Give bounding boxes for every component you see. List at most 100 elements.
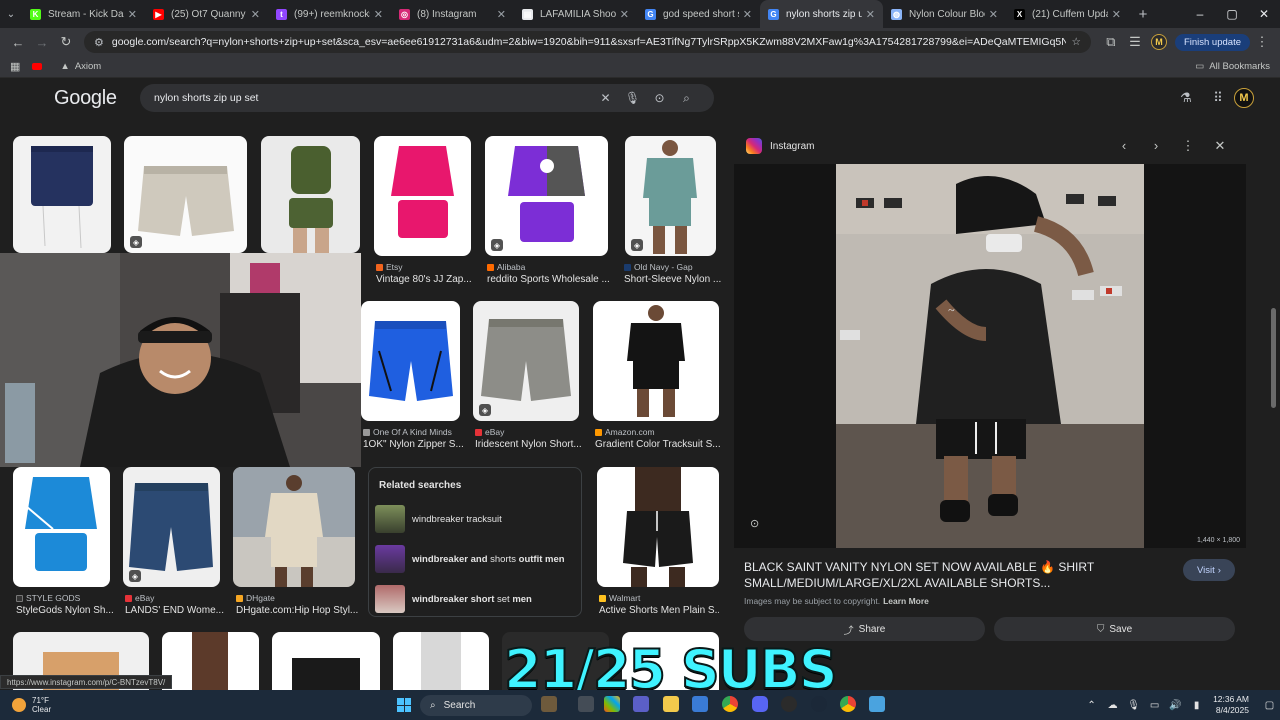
address-bar[interactable]: ⚙ google.com/search?q=nylon+shorts+zip+u… bbox=[84, 31, 1091, 53]
notepad-icon[interactable] bbox=[869, 696, 885, 712]
browser-tab[interactable]: Gnylon shorts zip up se ✕ bbox=[760, 0, 883, 28]
page-scrollbar[interactable] bbox=[1270, 128, 1276, 408]
result-thumb[interactable] bbox=[593, 301, 719, 421]
volume-icon[interactable]: 🔊 bbox=[1165, 700, 1186, 711]
discord-icon[interactable] bbox=[752, 696, 768, 712]
taskbar-search[interactable]: ⌕ Search bbox=[420, 695, 532, 716]
monitor-icon[interactable]: ▭ bbox=[1144, 700, 1165, 711]
google-account-avatar[interactable]: M bbox=[1234, 88, 1254, 108]
result-thumb[interactable]: ◈ bbox=[625, 136, 716, 256]
tray-chevron-icon[interactable]: ⌃ bbox=[1081, 700, 1102, 711]
result-title[interactable]: Short-Sleeve Nylon ... bbox=[624, 274, 724, 285]
browser-tab[interactable]: ◍ Nylon Colour Block 2 ✕ bbox=[883, 0, 1006, 28]
menu-kebab-icon[interactable]: ⋮ bbox=[1250, 34, 1274, 50]
google-logo[interactable]: Google bbox=[54, 87, 117, 110]
all-bookmarks-button[interactable]: ▭ All Bookmarks bbox=[1195, 61, 1270, 72]
result-thumb[interactable] bbox=[233, 467, 355, 587]
voice-search-icon[interactable]: 🎙 bbox=[619, 91, 646, 105]
chrome-icon[interactable] bbox=[722, 696, 738, 712]
browser-tab[interactable]: K Stream - Kick Dashbo ✕ bbox=[22, 0, 145, 28]
scrollbar-thumb[interactable] bbox=[1271, 308, 1276, 408]
apps-grid-icon[interactable]: ▦ bbox=[10, 60, 20, 73]
browser-tab[interactable]: Ggod speed short slee ✕ bbox=[637, 0, 760, 28]
result-thumb[interactable] bbox=[13, 467, 110, 587]
steam-icon[interactable] bbox=[811, 696, 827, 712]
close-tab-icon[interactable]: ✕ bbox=[1112, 8, 1121, 21]
obs-icon[interactable] bbox=[781, 696, 797, 712]
browser-tab[interactable]: X (21) Cuffem Updates ✕ bbox=[1006, 0, 1129, 28]
related-search-item[interactable]: windbreaker tracksuit bbox=[375, 504, 575, 534]
clock[interactable]: 12:36 AM 8/4/2025 bbox=[1213, 694, 1249, 716]
result-title[interactable]: DHgate.com:Hip Hop Styl... bbox=[236, 605, 361, 616]
close-tab-icon[interactable]: ✕ bbox=[374, 8, 383, 21]
back-icon[interactable]: ← bbox=[6, 35, 30, 50]
bookmark-star-icon[interactable]: ☆ bbox=[1072, 36, 1081, 48]
tab-groups-icon[interactable]: ☰ bbox=[1123, 34, 1147, 50]
result-title[interactable]: Gradient Color Tracksuit S... bbox=[595, 439, 720, 450]
close-tab-icon[interactable]: ✕ bbox=[989, 8, 998, 21]
browser-tab[interactable]: t (99+) reemknocks - T ✕ bbox=[268, 0, 391, 28]
clear-search-icon[interactable]: ✕ bbox=[592, 91, 619, 105]
site-info-icon[interactable]: ⚙ bbox=[94, 36, 104, 49]
panel-title[interactable]: BLACK SAINT VANITY NYLON SET NOW AVAILAB… bbox=[744, 559, 1164, 591]
result-title[interactable]: 1OK" Nylon Zipper S... bbox=[363, 439, 463, 450]
finish-update-button[interactable]: Finish update bbox=[1174, 33, 1250, 51]
more-options-icon[interactable]: ⋮ bbox=[1172, 138, 1204, 154]
next-image-icon[interactable]: › bbox=[1140, 138, 1172, 154]
battery-icon[interactable]: ▮ bbox=[1186, 700, 1207, 711]
result-title[interactable]: Iridescent Nylon Short... bbox=[475, 439, 581, 450]
close-window-icon[interactable]: ✕ bbox=[1248, 7, 1280, 21]
close-tab-icon[interactable]: ✕ bbox=[743, 8, 752, 21]
panel-source[interactable]: Instagram bbox=[770, 141, 814, 152]
preview-image[interactable]: ~ bbox=[836, 164, 1144, 548]
result-thumb[interactable]: ◈ bbox=[473, 301, 579, 421]
close-panel-icon[interactable]: ✕ bbox=[1204, 138, 1236, 154]
lens-search-icon[interactable]: ⊙ bbox=[646, 91, 673, 105]
store-icon[interactable] bbox=[692, 696, 708, 712]
result-thumb[interactable] bbox=[162, 632, 259, 690]
address-url[interactable]: google.com/search?q=nylon+shorts+zip+up+… bbox=[112, 36, 1066, 48]
start-windows-icon[interactable] bbox=[397, 698, 411, 712]
extensions-icon[interactable]: ⧉ bbox=[1099, 34, 1123, 50]
result-thumb[interactable] bbox=[361, 301, 460, 421]
reload-icon[interactable]: ↻ bbox=[54, 34, 78, 50]
maximize-icon[interactable]: ▢ bbox=[1216, 7, 1248, 21]
task-view-icon[interactable] bbox=[578, 696, 594, 712]
search-query[interactable]: nylon shorts zip up set bbox=[154, 92, 592, 104]
forward-icon[interactable]: → bbox=[30, 35, 54, 50]
result-title[interactable]: Active Shorts Men Plain S... bbox=[599, 605, 719, 616]
close-tab-icon[interactable]: ✕ bbox=[620, 8, 629, 21]
lens-search-icon[interactable]: ⊙ bbox=[750, 517, 764, 531]
save-button[interactable]: ⛉ Save bbox=[994, 617, 1235, 641]
search-box[interactable]: nylon shorts zip up set ✕ 🎙 ⊙ ⌕ bbox=[140, 84, 714, 112]
result-thumb[interactable] bbox=[374, 136, 471, 256]
notifications-icon[interactable]: ▢ bbox=[1259, 700, 1280, 711]
previous-image-icon[interactable]: ‹ bbox=[1108, 138, 1140, 154]
close-tab-icon[interactable]: ✕ bbox=[497, 8, 506, 21]
cloud-icon[interactable]: ☁ bbox=[1102, 700, 1123, 711]
tab-search-chevron-icon[interactable]: ⌄ bbox=[0, 9, 22, 20]
mic-icon[interactable]: 🎙 bbox=[1123, 700, 1144, 711]
file-explorer-icon[interactable] bbox=[663, 696, 679, 712]
google-apps-icon[interactable]: ⠿ bbox=[1202, 90, 1234, 106]
learn-more-link[interactable]: Learn More bbox=[883, 596, 929, 606]
result-thumb[interactable]: ◈ bbox=[123, 467, 220, 587]
copilot-icon[interactable] bbox=[541, 696, 557, 712]
browser-tab[interactable]: ◎ (8) Instagram ✕ bbox=[391, 0, 514, 28]
result-title[interactable]: Vintage 80's JJ Zap... bbox=[376, 274, 476, 285]
result-thumb[interactable] bbox=[13, 136, 111, 253]
close-tab-icon[interactable]: ✕ bbox=[128, 8, 137, 21]
result-title[interactable]: StyleGods Nylon Sh... bbox=[16, 605, 116, 616]
result-thumb[interactable] bbox=[261, 136, 360, 253]
profile-avatar[interactable]: M bbox=[1150, 34, 1167, 50]
result-title[interactable]: reddito Sports Wholesale ... bbox=[487, 274, 617, 285]
chrome-alt-icon[interactable] bbox=[840, 696, 856, 712]
result-thumb[interactable] bbox=[272, 632, 380, 690]
minimize-icon[interactable]: – bbox=[1184, 7, 1216, 21]
result-title[interactable]: LANDS' END Wome... bbox=[125, 605, 225, 616]
widgets-icon[interactable] bbox=[604, 696, 620, 712]
search-icon[interactable]: ⌕ bbox=[673, 91, 700, 106]
result-thumb[interactable]: ◈ bbox=[124, 136, 247, 253]
browser-tab[interactable]: ▶ (25) Ot7 Quanny ft. S ✕ bbox=[145, 0, 268, 28]
related-search-item[interactable]: windbreaker short set men bbox=[375, 584, 575, 614]
